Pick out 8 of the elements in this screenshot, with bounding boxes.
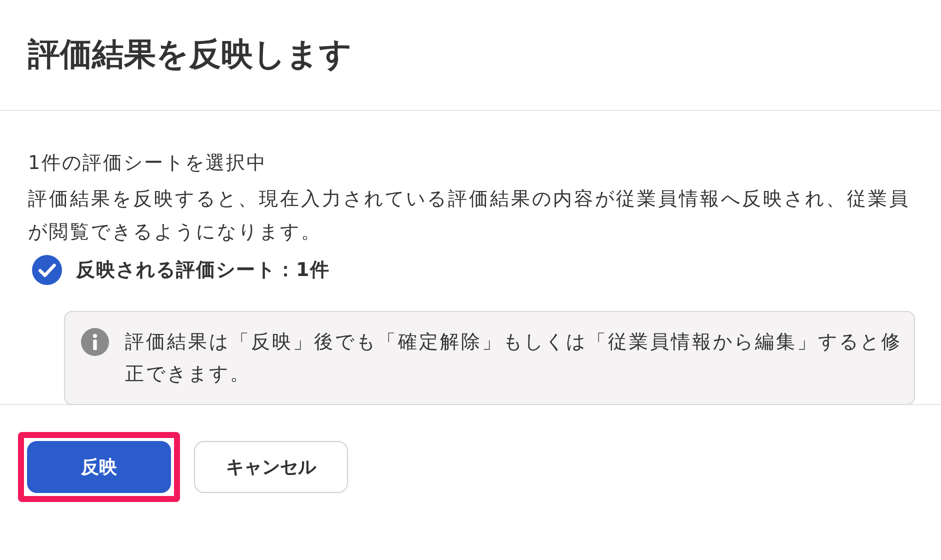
apply-button[interactable]: 反映 (27, 441, 171, 493)
info-icon (81, 328, 109, 356)
check-label: 反映される評価シート：1件 (76, 258, 330, 283)
notice-text: 評価結果は「反映」後でも「確定解除」もしくは「従業員情報から編集」すると修正できます。 (125, 330, 903, 387)
description-text: 評価結果を反映すると、現在入力されている評価結果の内容が従業員情報へ反映され、従業員が閲覧できるようになります。 (28, 187, 911, 245)
selection-count: 1件の評価シートを選択中 (28, 151, 268, 176)
dialog-title: 評価結果を反映します (28, 34, 352, 75)
cancel-button[interactable]: キャンセル (194, 441, 348, 493)
